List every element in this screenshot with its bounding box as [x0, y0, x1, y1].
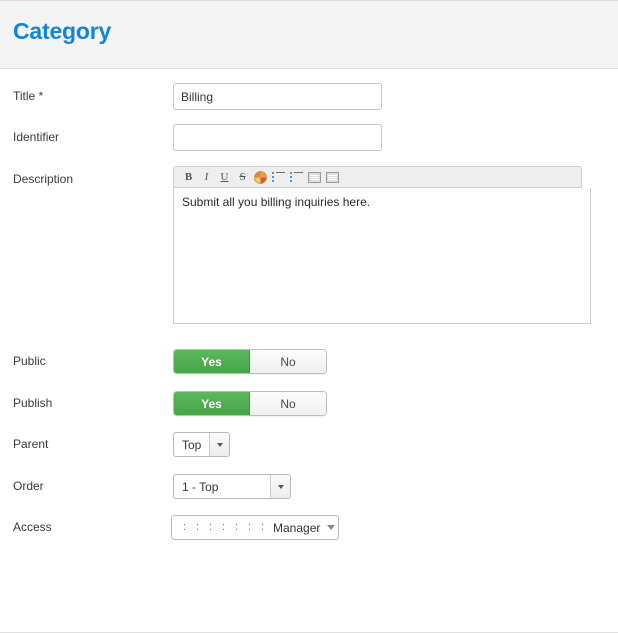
indent-mark: :	[234, 521, 239, 533]
title-input[interactable]	[173, 83, 382, 110]
access-indent-marks: :::::::	[178, 522, 269, 533]
indent-icon[interactable]	[324, 169, 341, 186]
category-form: Title * Identifier Description B I U S	[0, 69, 618, 633]
indent-mark: :	[221, 521, 226, 533]
field-label-public: Public	[13, 354, 46, 368]
description-editor[interactable]: Submit all you billing inquiries here.	[173, 188, 591, 324]
parent-select-value: Top	[182, 437, 202, 452]
indent-mark: :	[260, 521, 265, 533]
order-select[interactable]: 1 - Top	[173, 474, 291, 499]
indent-mark: :	[247, 521, 252, 533]
field-label-title: Title *	[13, 89, 44, 103]
publish-toggle[interactable]: Yes No	[173, 391, 327, 416]
indent-mark: :	[208, 521, 213, 533]
field-label-description: Description	[13, 172, 74, 186]
indent-mark: :	[195, 521, 200, 533]
chevron-down-icon[interactable]	[209, 433, 229, 456]
field-label-order: Order	[13, 479, 44, 493]
field-label-access: Access	[13, 520, 52, 534]
parent-select[interactable]: Top	[173, 432, 230, 457]
order-select-value: 1 - Top	[182, 479, 219, 494]
text-color-palette-icon[interactable]	[252, 169, 269, 186]
indent-mark: :	[182, 521, 187, 533]
chevron-down-icon[interactable]	[270, 475, 290, 498]
field-label-publish: Publish	[13, 396, 53, 410]
underline-icon[interactable]: U	[216, 169, 233, 186]
italic-icon[interactable]: I	[198, 169, 215, 186]
public-toggle-no[interactable]: No	[250, 350, 326, 373]
public-toggle-yes[interactable]: Yes	[174, 350, 250, 373]
outdent-icon[interactable]	[306, 169, 323, 186]
page-header: Category	[0, 0, 618, 69]
editor-toolbar[interactable]: B I U S	[173, 166, 582, 188]
page-title: Category	[13, 18, 112, 44]
public-toggle[interactable]: Yes No	[173, 349, 327, 374]
unordered-list-icon[interactable]	[288, 169, 305, 186]
chevron-down-icon[interactable]	[327, 525, 336, 530]
ordered-list-icon[interactable]	[270, 169, 287, 186]
identifier-input[interactable]	[173, 124, 382, 151]
publish-toggle-yes[interactable]: Yes	[174, 392, 250, 415]
field-label-identifier: Identifier	[13, 130, 60, 144]
bold-icon[interactable]: B	[180, 169, 197, 186]
strikethrough-icon[interactable]: S	[234, 169, 251, 186]
field-label-parent: Parent	[13, 437, 49, 451]
publish-toggle-no[interactable]: No	[250, 392, 326, 415]
access-select-value: Manager	[273, 520, 321, 535]
access-select[interactable]: ::::::: Manager	[171, 515, 339, 540]
